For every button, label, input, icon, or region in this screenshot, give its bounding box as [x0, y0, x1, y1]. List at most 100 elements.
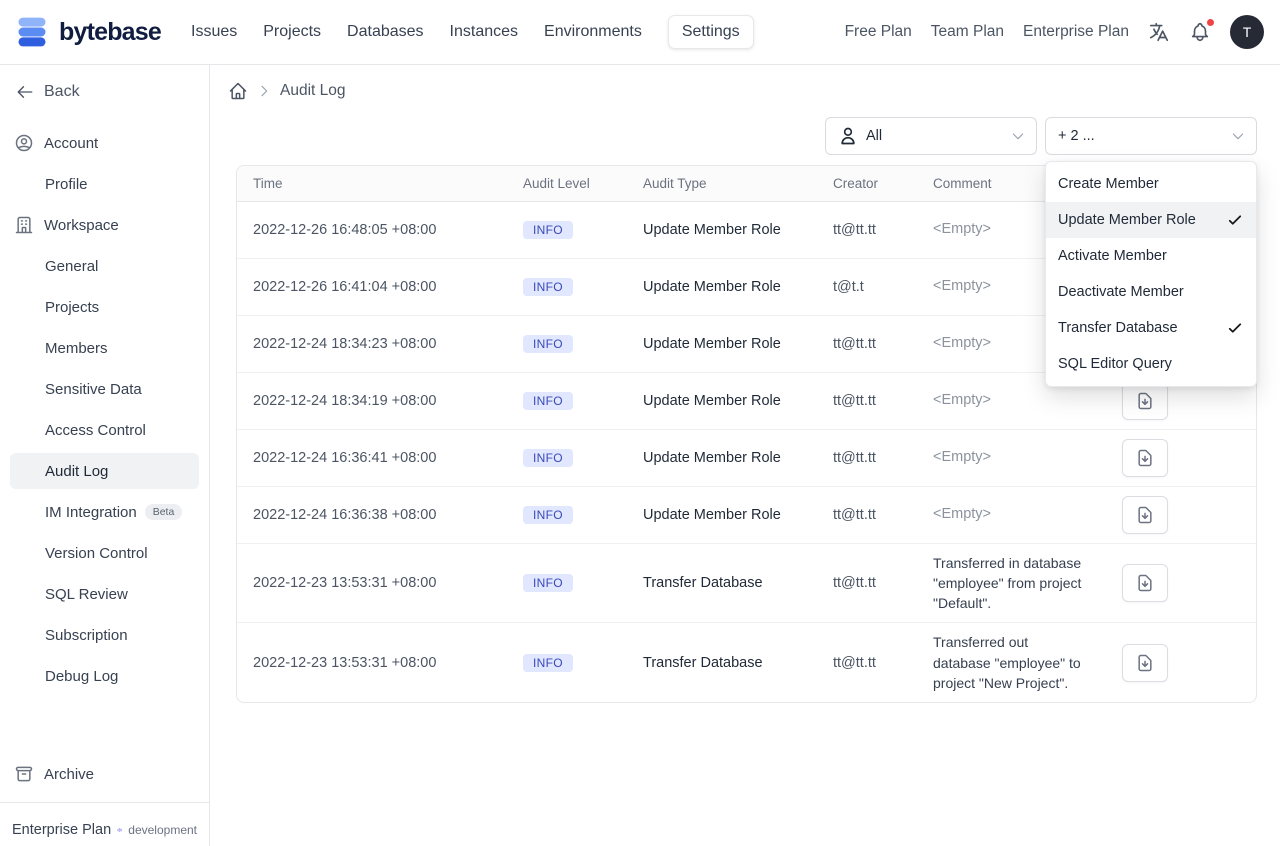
row-type: Update Member Role	[627, 486, 817, 544]
dropdown-item-label: Transfer Database	[1058, 320, 1178, 336]
avatar[interactable]: T	[1230, 15, 1264, 49]
filter-toolbar: All + 2 ...	[210, 105, 1280, 165]
row-actions	[1092, 543, 1256, 624]
dropdown-item-transfer-database[interactable]: Transfer Database	[1046, 310, 1256, 346]
row-actions	[1092, 429, 1256, 487]
sidebar-item-projects[interactable]: Projects	[10, 289, 199, 325]
row-time: 2022-12-26 16:48:05 +08:00	[237, 201, 507, 259]
nav-settings[interactable]: Settings	[667, 15, 754, 49]
sidebar-nav: Account Profile Workspace General Projec…	[10, 125, 199, 699]
row-type: Update Member Role	[627, 258, 817, 316]
row-type: Update Member Role	[627, 429, 817, 487]
row-time: 2022-12-23 13:53:31 +08:00	[253, 654, 437, 671]
export-record-button[interactable]	[1122, 563, 1168, 602]
row-type: Transfer Database	[643, 654, 763, 671]
document-download-icon	[1135, 448, 1155, 468]
bytebase-logo[interactable]: bytebase	[14, 14, 162, 50]
dropdown-item-label: Update Member Role	[1058, 212, 1196, 228]
row-level: INFO	[507, 486, 627, 544]
sidebar-section-workspace: Workspace	[10, 207, 199, 243]
nav-databases[interactable]: Databases	[347, 23, 424, 41]
row-level: INFO	[507, 315, 627, 373]
translate-icon[interactable]	[1148, 21, 1170, 43]
section-title: Workspace	[44, 216, 119, 234]
row-actions	[1092, 623, 1256, 702]
row-comment: <Empty>	[917, 486, 1092, 544]
dropdown-item-create-member[interactable]: Create Member	[1046, 166, 1256, 202]
dropdown-item-sql-editor-query[interactable]: SQL Editor Query	[1046, 346, 1256, 382]
archive-icon	[15, 766, 33, 782]
sidebar-item-sensitive-data[interactable]: Sensitive Data	[10, 371, 199, 407]
creator-filter-select[interactable]: All	[825, 117, 1037, 155]
nav-environments[interactable]: Environments	[544, 23, 642, 41]
speaker-icon	[117, 828, 122, 832]
sidebar-item-archive[interactable]: Archive	[10, 756, 199, 792]
export-record-button[interactable]	[1122, 495, 1168, 534]
notification-bell-icon[interactable]	[1189, 18, 1215, 43]
sidebar-item-access-control[interactable]: Access Control	[10, 412, 199, 448]
audit-type-filter-select[interactable]: + 2 ...	[1045, 117, 1257, 155]
office-building-icon	[15, 216, 33, 234]
enterprise-plan-link[interactable]: Enterprise Plan	[1023, 23, 1129, 41]
main-nav: Issues Projects Databases Instances Envi…	[191, 15, 754, 49]
dropdown-item-deactivate-member[interactable]: Deactivate Member	[1046, 274, 1256, 310]
brand-name: bytebase	[59, 17, 162, 46]
sidebar-item-audit-log[interactable]: Audit Log	[10, 453, 199, 489]
row-type: Update Member Role	[627, 315, 817, 373]
audit-log-row: 2022-12-23 13:53:31 +08:00 INFO Transfer…	[237, 543, 1256, 624]
row-level: INFO	[507, 543, 627, 624]
sidebar-item-profile[interactable]: Profile	[10, 166, 199, 202]
nav-issues[interactable]: Issues	[191, 23, 237, 41]
bytebase-logo-icon	[18, 17, 46, 47]
row-time: 2022-12-24 18:34:23 +08:00	[237, 315, 507, 373]
document-download-icon	[1135, 391, 1155, 411]
row-creator: tt@tt.tt	[817, 486, 917, 544]
home-icon[interactable]	[228, 81, 248, 101]
export-record-button[interactable]	[1122, 438, 1168, 477]
col-header-audit-type: Audit Type	[627, 166, 817, 202]
nav-projects[interactable]: Projects	[263, 23, 321, 41]
top-navbar: bytebase Issues Projects Databases Insta…	[0, 0, 1280, 65]
dropdown-item-update-member-role[interactable]: Update Member Role	[1046, 202, 1256, 238]
row-creator: tt@tt.tt	[817, 315, 917, 373]
team-plan-link[interactable]: Team Plan	[931, 23, 1004, 41]
dropdown-item-activate-member[interactable]: Activate Member	[1046, 238, 1256, 274]
audit-log-row: 2022-12-23 13:53:31 +08:00 INFO Transfer…	[237, 623, 1256, 702]
audit-type-dropdown-menu: Create Member Update Member Role Activat…	[1045, 161, 1257, 387]
sidebar-item-debug-log[interactable]: Debug Log	[10, 658, 199, 694]
sidebar-item-im-integration[interactable]: IM Integration Beta	[10, 494, 199, 530]
export-record-button[interactable]	[1122, 643, 1168, 682]
back-label: Back	[44, 83, 80, 100]
back-button[interactable]: Back	[16, 83, 199, 101]
main-content: Audit Log All + 2 ... Time Audit Level A…	[210, 65, 1280, 846]
row-comment: Transferred in database "employee" from …	[917, 543, 1092, 624]
current-plan-label: Enterprise Plan	[12, 822, 112, 838]
audit-level-badge: INFO	[523, 220, 573, 239]
row-time: 2022-12-26 16:41:04 +08:00	[237, 258, 507, 316]
chevron-right-icon	[261, 85, 268, 97]
sidebar-item-general[interactable]: General	[10, 248, 199, 284]
row-type: Update Member Role	[627, 372, 817, 430]
free-plan-link[interactable]: Free Plan	[845, 23, 912, 41]
archive-label: Archive	[44, 765, 95, 783]
sidebar-item-members[interactable]: Members	[10, 330, 199, 366]
sidebar-item-sql-review[interactable]: SQL Review	[10, 576, 199, 612]
export-record-button[interactable]	[1122, 381, 1168, 420]
avatar-letter: T	[1242, 24, 1252, 40]
topbar-right: Free Plan Team Plan Enterprise Plan T	[845, 15, 1264, 49]
nav-instances[interactable]: Instances	[450, 23, 518, 41]
beta-badge: Beta	[144, 504, 183, 520]
environment-label: development	[128, 823, 197, 837]
creator-filter-value: All	[866, 128, 883, 144]
sidebar-item-subscription[interactable]: Subscription	[10, 617, 199, 653]
document-download-icon	[1135, 653, 1155, 673]
user-circle-icon	[15, 134, 33, 152]
dropdown-item-label: Create Member	[1058, 176, 1159, 192]
row-creator: tt@tt.tt	[817, 429, 917, 487]
audit-level-badge: INFO	[523, 277, 573, 296]
chevron-down-icon	[1230, 128, 1246, 144]
row-level: INFO	[507, 258, 627, 316]
row-creator: tt@tt.tt	[817, 543, 917, 624]
type-filter-value: + 2 ...	[1058, 128, 1095, 144]
sidebar-item-version-control[interactable]: Version Control	[10, 535, 199, 571]
